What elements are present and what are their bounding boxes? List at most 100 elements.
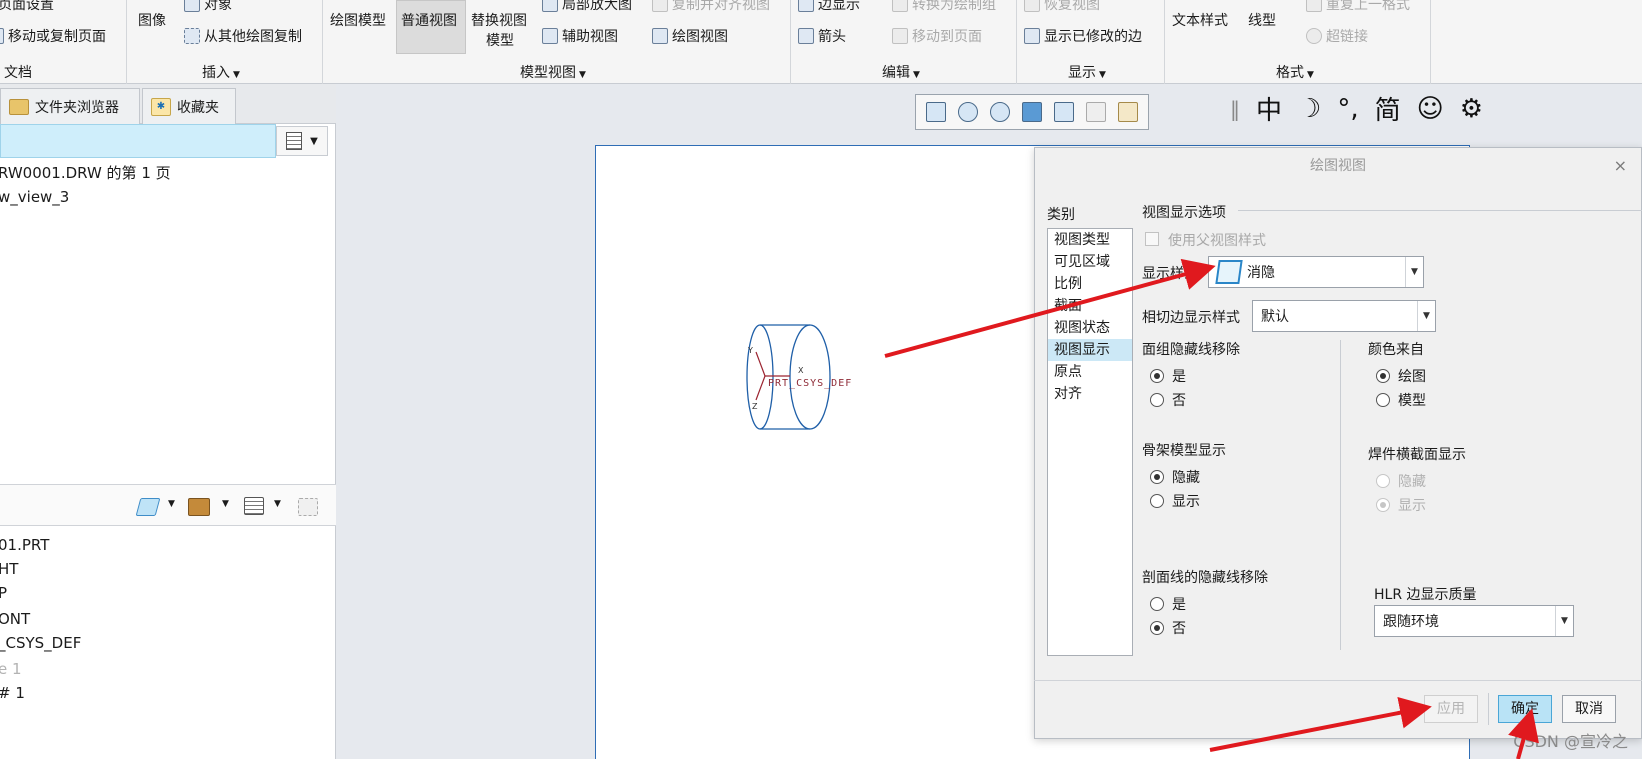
- list-icon[interactable]: [244, 497, 264, 515]
- tangent-edge-select[interactable]: 默认 ▼: [1252, 300, 1436, 332]
- close-icon[interactable]: ×: [1614, 156, 1627, 175]
- quilt-no-radio[interactable]: 否: [1150, 390, 1186, 410]
- tree-item-insert[interactable]: # 1: [0, 684, 25, 702]
- object-button[interactable]: 对象: [184, 0, 232, 14]
- csys-label: PRT_CSYS_DEF: [768, 378, 853, 389]
- auxiliary-view-button[interactable]: 辅助视图: [542, 26, 618, 46]
- copy-from-drawing-button[interactable]: 从其他绘图复制: [184, 26, 302, 46]
- saved-views-icon[interactable]: [1086, 102, 1106, 122]
- section-yes-radio[interactable]: 是: [1150, 594, 1186, 614]
- drawing-view-icon: [652, 28, 668, 44]
- image-button[interactable]: 图像: [138, 10, 166, 30]
- repaint-icon[interactable]: [1022, 102, 1042, 122]
- zoom-in-icon[interactable]: [958, 102, 978, 122]
- datum-display-icon[interactable]: [1118, 102, 1138, 122]
- group-model-view-label[interactable]: 模型视图 ▼: [520, 62, 586, 82]
- punctuation-icon[interactable]: °,: [1337, 94, 1358, 124]
- move-to-page-button[interactable]: 移动到页面: [892, 26, 982, 46]
- image-label: 图像: [138, 13, 166, 29]
- group-format-label[interactable]: 格式 ▼: [1276, 62, 1314, 82]
- weld-show-radio[interactable]: 显示: [1376, 495, 1426, 515]
- category-origin[interactable]: 原点: [1048, 361, 1132, 383]
- skeleton-show-radio[interactable]: 显示: [1150, 491, 1200, 511]
- drawing-view-button[interactable]: 绘图视图: [652, 26, 728, 46]
- settings-tools-icon[interactable]: [188, 498, 210, 516]
- tree-item-front[interactable]: ONT: [0, 610, 30, 628]
- hyperlink-button[interactable]: 超链接: [1306, 26, 1368, 46]
- page-setup-button[interactable]: 页面设置: [0, 0, 54, 14]
- graphics-toolbar: [915, 94, 1149, 130]
- category-view-display[interactable]: 视图显示: [1048, 339, 1132, 361]
- cancel-button[interactable]: 取消: [1562, 695, 1616, 723]
- category-section[interactable]: 截面: [1048, 295, 1132, 317]
- line-style-label: 线型: [1248, 13, 1276, 29]
- ime-chinese-mode[interactable]: 中: [1256, 90, 1282, 127]
- skeleton-hide-radio[interactable]: 隐藏: [1150, 467, 1200, 487]
- chevron-down-icon: ▼: [1417, 301, 1435, 331]
- show-modified-edges-button[interactable]: 显示已修改的边: [1024, 26, 1142, 46]
- display-style-icon[interactable]: [1054, 102, 1074, 122]
- color-drawing-radio[interactable]: 绘图: [1376, 366, 1426, 386]
- model-tree-toolbar: ▼ ▼ ▼: [0, 484, 336, 526]
- tree-display-menu-button[interactable]: ▼: [276, 126, 328, 156]
- chevron-down-icon[interactable]: ▼: [274, 499, 281, 509]
- tree-item-right[interactable]: HT: [0, 560, 18, 578]
- dialog-title: 绘图视图: [1310, 158, 1366, 174]
- ime-handle[interactable]: ‖: [1230, 97, 1240, 121]
- convert-to-draft-group-button[interactable]: 转换为绘制组: [892, 0, 996, 14]
- replace-view-button[interactable]: 替换视图: [471, 10, 527, 30]
- tree-item-csys[interactable]: _CSYS_DEF: [0, 634, 81, 652]
- gear-icon[interactable]: ⚙: [1460, 94, 1483, 124]
- color-from-label: 颜色来自: [1368, 342, 1424, 358]
- quilt-yes-radio[interactable]: 是: [1150, 366, 1186, 386]
- hlr-quality-label: HLR 边显示质量: [1374, 587, 1477, 603]
- layer-icon[interactable]: [135, 498, 161, 516]
- hlr-quality-select[interactable]: 跟随环境 ▼: [1374, 605, 1574, 637]
- section-divider: [1238, 210, 1642, 211]
- tree-item-part[interactable]: 01.PRT: [0, 536, 49, 554]
- category-scale[interactable]: 比例: [1048, 273, 1132, 295]
- general-view-button[interactable]: 普通视图: [401, 10, 457, 30]
- copy-align-view-button[interactable]: 复制并对齐视图: [652, 0, 770, 14]
- tab-folder-browser[interactable]: 文件夹浏览器: [0, 88, 140, 124]
- restore-view-button[interactable]: 恢复视图: [1024, 0, 1100, 14]
- moon-icon[interactable]: ☽: [1298, 94, 1321, 124]
- detailed-view-button[interactable]: 局部放大图: [542, 0, 632, 14]
- category-view-type[interactable]: 视图类型: [1048, 229, 1132, 251]
- tree-item-top[interactable]: P: [0, 584, 7, 602]
- line-style-button[interactable]: 线型: [1248, 10, 1276, 30]
- filter-icon[interactable]: [298, 498, 318, 516]
- move-copy-page-button[interactable]: 移动或复制页面: [0, 26, 106, 46]
- section-no-radio[interactable]: 否: [1150, 618, 1186, 638]
- use-parent-style-checkbox[interactable]: [1145, 232, 1159, 246]
- display-style-select[interactable]: 消隐 ▼: [1208, 256, 1424, 288]
- chevron-down-icon[interactable]: ▼: [168, 499, 175, 509]
- category-visible-area[interactable]: 可见区域: [1048, 251, 1132, 273]
- apply-button[interactable]: 应用: [1424, 695, 1478, 723]
- refit-icon[interactable]: [926, 102, 946, 122]
- smiley-icon[interactable]: ☺: [1417, 94, 1444, 124]
- ime-simplified-mode[interactable]: 简: [1375, 90, 1401, 127]
- ribbon-separator: [1430, 0, 1431, 84]
- color-model-radio[interactable]: 模型: [1376, 390, 1426, 410]
- tree-item-sheet[interactable]: RW0001.DRW 的第 1 页: [0, 162, 171, 183]
- chevron-down-icon[interactable]: ▼: [222, 499, 229, 509]
- drawing-model-button[interactable]: 绘图模型: [330, 10, 386, 30]
- repeat-last-format-button[interactable]: 重复上一格式: [1306, 0, 1410, 14]
- path-bar[interactable]: [0, 124, 276, 158]
- group-display-label[interactable]: 显示 ▼: [1068, 62, 1106, 82]
- arrow-button[interactable]: 箭头: [798, 26, 846, 46]
- weld-hide-radio[interactable]: 隐藏: [1376, 471, 1426, 491]
- text-style-button[interactable]: 文本样式: [1172, 10, 1228, 30]
- ok-button[interactable]: 确定: [1498, 695, 1552, 723]
- tree-item-view[interactable]: w_view_3: [0, 188, 69, 206]
- drawing-view-label: 绘图视图: [672, 29, 728, 45]
- edge-display-button[interactable]: 边显示: [798, 0, 860, 14]
- category-view-state[interactable]: 视图状态: [1048, 317, 1132, 339]
- tree-item-feature[interactable]: e 1: [0, 660, 22, 678]
- group-edit-label[interactable]: 编辑 ▼: [882, 62, 920, 82]
- category-alignment[interactable]: 对齐: [1048, 383, 1132, 405]
- zoom-out-icon[interactable]: [990, 102, 1010, 122]
- tab-favorites[interactable]: ✱ 收藏夹: [142, 88, 236, 124]
- group-insert-label[interactable]: 插入 ▼: [202, 62, 240, 82]
